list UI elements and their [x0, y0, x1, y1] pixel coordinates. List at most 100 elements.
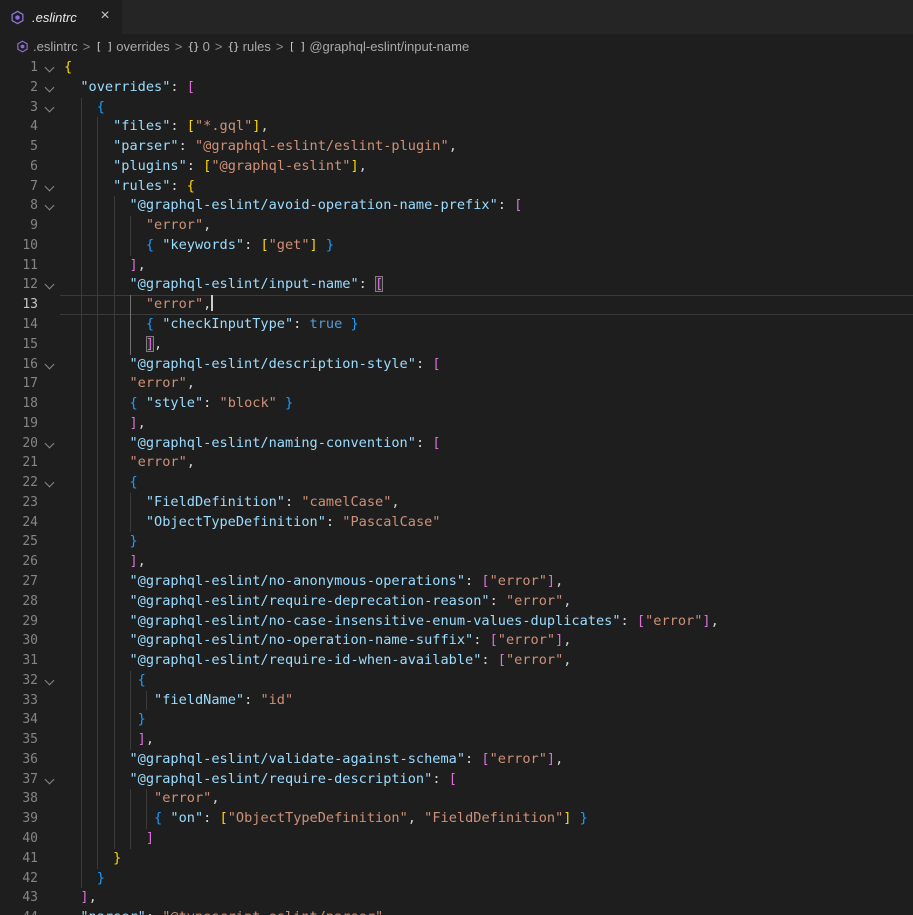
line-number[interactable]: 17: [0, 374, 38, 394]
line-number[interactable]: 31: [0, 651, 38, 671]
code-line[interactable]: 9 "error",: [0, 216, 913, 236]
code-line[interactable]: 37 "@graphql-eslint/require-description"…: [0, 770, 913, 790]
line-number[interactable]: 42: [0, 869, 38, 889]
code-line[interactable]: 18 { "style": "block" }: [0, 394, 913, 414]
code-line[interactable]: 35 ],: [0, 730, 913, 750]
chevron-down-icon[interactable]: [45, 63, 55, 73]
line-number[interactable]: 27: [0, 572, 38, 592]
code-line[interactable]: 34 }: [0, 710, 913, 730]
line-number[interactable]: 26: [0, 552, 38, 572]
code-line[interactable]: 16 "@graphql-eslint/description-style": …: [0, 355, 913, 375]
chevron-down-icon[interactable]: [45, 774, 55, 784]
code-line[interactable]: 14 { "checkInputType": true }: [0, 315, 913, 335]
code-line[interactable]: 12 "@graphql-eslint/input-name": [: [0, 275, 913, 295]
code-line[interactable]: 26 ],: [0, 552, 913, 572]
line-number[interactable]: 15: [0, 335, 38, 355]
chevron-down-icon[interactable]: [45, 359, 55, 369]
line-number[interactable]: 12: [0, 275, 38, 295]
line-number[interactable]: 6: [0, 157, 38, 177]
breadcrumb-input-name[interactable]: [ ] @graphql-eslint/input-name: [288, 39, 469, 54]
line-number[interactable]: 37: [0, 770, 38, 790]
code-line[interactable]: 27 "@graphql-eslint/no-anonymous-operati…: [0, 572, 913, 592]
code-line[interactable]: 39 { "on": ["ObjectTypeDefinition", "Fie…: [0, 809, 913, 829]
code-line[interactable]: 36 "@graphql-eslint/validate-against-sch…: [0, 750, 913, 770]
line-number[interactable]: 20: [0, 434, 38, 454]
breadcrumb-file[interactable]: .eslintrc: [16, 39, 78, 54]
line-number[interactable]: 1: [0, 58, 38, 78]
line-number[interactable]: 18: [0, 394, 38, 414]
line-number[interactable]: 4: [0, 117, 38, 137]
code-line[interactable]: 33 "fieldName": "id": [0, 691, 913, 711]
code-line[interactable]: 15 ],: [0, 335, 913, 355]
line-number[interactable]: 35: [0, 730, 38, 750]
chevron-down-icon[interactable]: [45, 102, 55, 112]
line-number[interactable]: 29: [0, 612, 38, 632]
chevron-down-icon[interactable]: [45, 201, 55, 211]
line-number[interactable]: 39: [0, 809, 38, 829]
line-number[interactable]: 21: [0, 453, 38, 473]
line-number[interactable]: 9: [0, 216, 38, 236]
line-number[interactable]: 16: [0, 355, 38, 375]
line-number[interactable]: 14: [0, 315, 38, 335]
code-line[interactable]: 2 "overrides": [: [0, 78, 913, 98]
code-line[interactable]: 3 {: [0, 98, 913, 118]
code-line[interactable]: 25 }: [0, 532, 913, 552]
code-line[interactable]: 20 "@graphql-eslint/naming-convention": …: [0, 434, 913, 454]
code-line[interactable]: 23 "FieldDefinition": "camelCase",: [0, 493, 913, 513]
line-number[interactable]: 3: [0, 98, 38, 118]
line-number[interactable]: 5: [0, 137, 38, 157]
line-number[interactable]: 36: [0, 750, 38, 770]
line-number[interactable]: 44: [0, 908, 38, 915]
chevron-down-icon[interactable]: [45, 280, 55, 290]
chevron-down-icon[interactable]: [45, 478, 55, 488]
tab-eslintrc[interactable]: .eslintrc ×: [0, 0, 122, 34]
code-line[interactable]: 38 "error",: [0, 789, 913, 809]
code-line[interactable]: 11 ],: [0, 256, 913, 276]
close-icon[interactable]: ×: [96, 8, 114, 26]
code-line[interactable]: 43 ],: [0, 888, 913, 908]
code-line[interactable]: 32 {: [0, 671, 913, 691]
chevron-down-icon[interactable]: [45, 82, 55, 92]
line-number[interactable]: 33: [0, 691, 38, 711]
code-line[interactable]: 41 }: [0, 849, 913, 869]
code-line[interactable]: 1{: [0, 58, 913, 78]
line-number[interactable]: 7: [0, 177, 38, 197]
line-number[interactable]: 2: [0, 78, 38, 98]
code-line[interactable]: 8 "@graphql-eslint/avoid-operation-name-…: [0, 196, 913, 216]
breadcrumb-index-0[interactable]: {} 0: [187, 39, 209, 54]
line-number[interactable]: 25: [0, 532, 38, 552]
code-line[interactable]: 28 "@graphql-eslint/require-deprecation-…: [0, 592, 913, 612]
line-number[interactable]: 38: [0, 789, 38, 809]
code-line[interactable]: 22 {: [0, 473, 913, 493]
line-number[interactable]: 22: [0, 473, 38, 493]
line-number[interactable]: 32: [0, 671, 38, 691]
chevron-down-icon[interactable]: [45, 438, 55, 448]
code-line[interactable]: 24 "ObjectTypeDefinition": "PascalCase": [0, 513, 913, 533]
line-number[interactable]: 34: [0, 710, 38, 730]
line-number[interactable]: 23: [0, 493, 38, 513]
line-number[interactable]: 40: [0, 829, 38, 849]
line-number[interactable]: 28: [0, 592, 38, 612]
code-line[interactable]: 4 "files": ["*.gql"],: [0, 117, 913, 137]
line-number[interactable]: 30: [0, 631, 38, 651]
code-line[interactable]: 30 "@graphql-eslint/no-operation-name-su…: [0, 631, 913, 651]
code-line[interactable]: 13 "error",: [0, 295, 913, 315]
breadcrumb-overrides[interactable]: [ ] overrides: [95, 39, 169, 54]
chevron-down-icon[interactable]: [45, 675, 55, 685]
code-line[interactable]: 29 "@graphql-eslint/no-case-insensitive-…: [0, 612, 913, 632]
line-number[interactable]: 11: [0, 256, 38, 276]
line-number[interactable]: 8: [0, 196, 38, 216]
breadcrumb-rules[interactable]: {} rules: [227, 39, 270, 54]
code-line[interactable]: 17 "error",: [0, 374, 913, 394]
code-line[interactable]: 31 "@graphql-eslint/require-id-when-avai…: [0, 651, 913, 671]
code-line[interactable]: 44 "parser": "@typescript-eslint/parser"…: [0, 908, 913, 915]
line-number[interactable]: 19: [0, 414, 38, 434]
line-number[interactable]: 43: [0, 888, 38, 908]
code-line[interactable]: 19 ],: [0, 414, 913, 434]
line-number[interactable]: 13: [0, 295, 38, 315]
line-number[interactable]: 24: [0, 513, 38, 533]
code-line[interactable]: 21 "error",: [0, 453, 913, 473]
line-number[interactable]: 10: [0, 236, 38, 256]
line-number[interactable]: 41: [0, 849, 38, 869]
code-line[interactable]: 10 { "keywords": ["get"] }: [0, 236, 913, 256]
